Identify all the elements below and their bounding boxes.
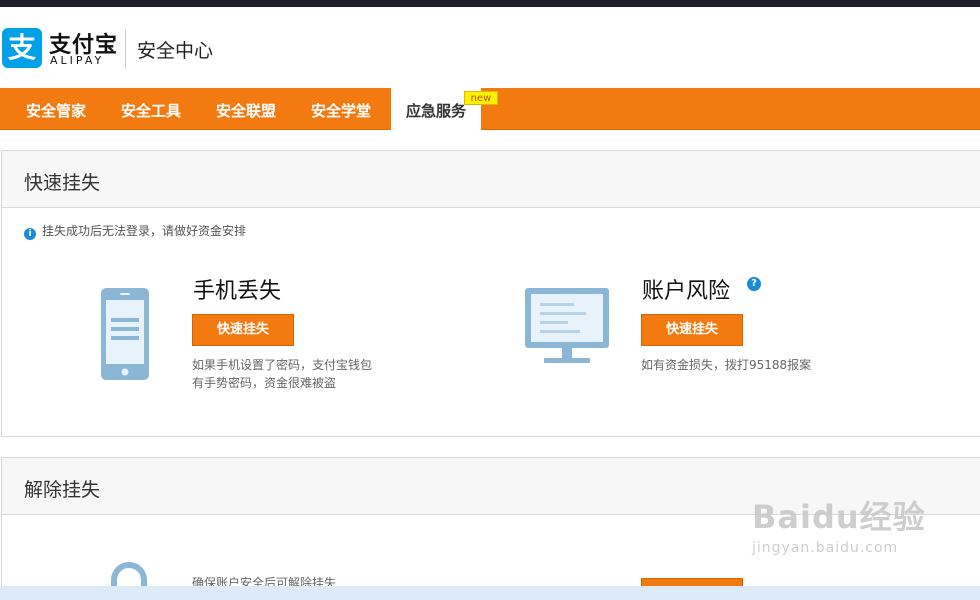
header: 支 支付宝 ALIPAY 安全中心 (0, 7, 980, 88)
help-icon[interactable]: ? (747, 277, 761, 291)
logo-name-en: ALIPAY (50, 54, 105, 67)
quick-report-panel: 快速挂失 i 挂失成功后无法登录，请做好资金安排 手机丢失 快速挂失 如果手机设置… (1, 150, 980, 437)
nav-item-security-manager[interactable]: 安全管家 (12, 88, 100, 130)
quick-report-notice: i 挂失成功后无法登录，请做好资金安排 (24, 222, 246, 240)
watermark-main: Baidu经验 (752, 498, 926, 536)
site-title: 安全中心 (137, 40, 214, 62)
info-icon: i (24, 228, 36, 240)
baidu-watermark: Baidu经验 jingyan.baidu.com (752, 492, 926, 556)
status-strip (0, 586, 980, 600)
phone-icon (101, 288, 149, 380)
phone-lost-desc: 如果手机设置了密码，支付宝钱包 有手势密码，资金很难被盗 (192, 356, 372, 392)
alipay-logo-icon[interactable]: 支 (2, 28, 42, 68)
window-top-bar (0, 0, 980, 7)
nav-item-security-tools[interactable]: 安全工具 (107, 88, 195, 130)
quick-report-header (2, 151, 980, 208)
phone-lost-title: 手机丢失 (193, 279, 282, 304)
phone-lost-desc-line2: 有手势密码，资金很难被盗 (192, 376, 337, 390)
unlock-title: 解除挂失 (24, 479, 101, 501)
account-risk-desc: 如有资金损失，拨打95188报案 (641, 358, 812, 372)
logo-glyph: 支 (7, 31, 36, 64)
phone-lost-desc-line1: 如果手机设置了密码，支付宝钱包 (192, 358, 373, 372)
account-risk-report-button[interactable]: 快速挂失 (641, 314, 743, 346)
new-badge: new (464, 91, 498, 105)
account-risk-title: 账户风险 (642, 279, 731, 304)
monitor-icon (525, 288, 609, 363)
logo-divider (125, 29, 126, 69)
watermark-sub: jingyan.baidu.com (752, 540, 899, 556)
nav-item-security-school[interactable]: 安全学堂 (297, 88, 385, 130)
phone-lost-report-button[interactable]: 快速挂失 (192, 314, 294, 346)
nav-item-security-alliance[interactable]: 安全联盟 (202, 88, 290, 130)
quick-report-title: 快速挂失 (24, 172, 101, 194)
notice-text: 挂失成功后无法登录，请做好资金安排 (42, 224, 247, 238)
